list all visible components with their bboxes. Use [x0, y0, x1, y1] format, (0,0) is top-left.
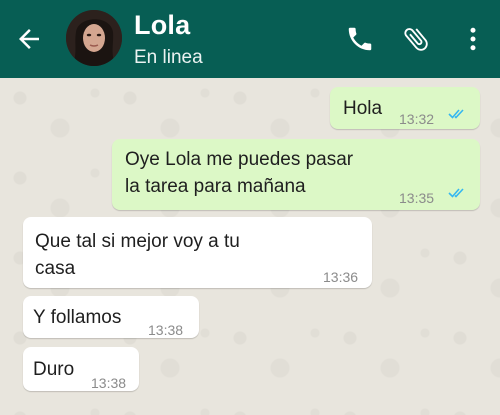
contact-status: En linea [134, 47, 203, 68]
message-bubble-outgoing[interactable]: Oye Lola me puedes pasar la tarea para m… [112, 139, 480, 210]
chat-header: Lola En linea [0, 0, 500, 78]
message-bubble-outgoing[interactable]: Hola 13:32 [330, 87, 480, 129]
contact-name[interactable]: Lola [134, 10, 190, 41]
message-text: la tarea para mañana [125, 176, 306, 197]
avatar[interactable] [66, 10, 122, 66]
message-time: 13:32 [399, 111, 435, 127]
phone-icon[interactable] [345, 24, 375, 54]
message-bubble-incoming[interactable]: Duro 13:38 [23, 347, 139, 391]
paperclip-icon[interactable] [401, 24, 431, 54]
message-time: 13:35 [399, 190, 435, 206]
message-text: Que tal si mejor voy a tu [35, 231, 240, 252]
message-text: Duro [33, 359, 75, 380]
message-bubble-incoming[interactable]: Y follamos 13:38 [23, 296, 199, 338]
message-bubble-incoming[interactable]: Que tal si mejor voy a tu casa 13:36 [23, 217, 372, 288]
read-receipt-icon [448, 188, 464, 198]
message-time: 13:36 [323, 269, 359, 285]
message-text: casa [35, 258, 76, 279]
arrow-left-icon[interactable] [14, 24, 44, 54]
message-time: 13:38 [91, 375, 127, 391]
more-vertical-icon[interactable] [458, 24, 488, 54]
message-time: 13:38 [148, 322, 184, 338]
avatar-image [66, 10, 122, 66]
read-receipt-icon [448, 109, 464, 119]
message-text: Hola [343, 98, 383, 119]
message-text: Oye Lola me puedes pasar [125, 149, 354, 170]
message-text: Y follamos [33, 307, 122, 328]
